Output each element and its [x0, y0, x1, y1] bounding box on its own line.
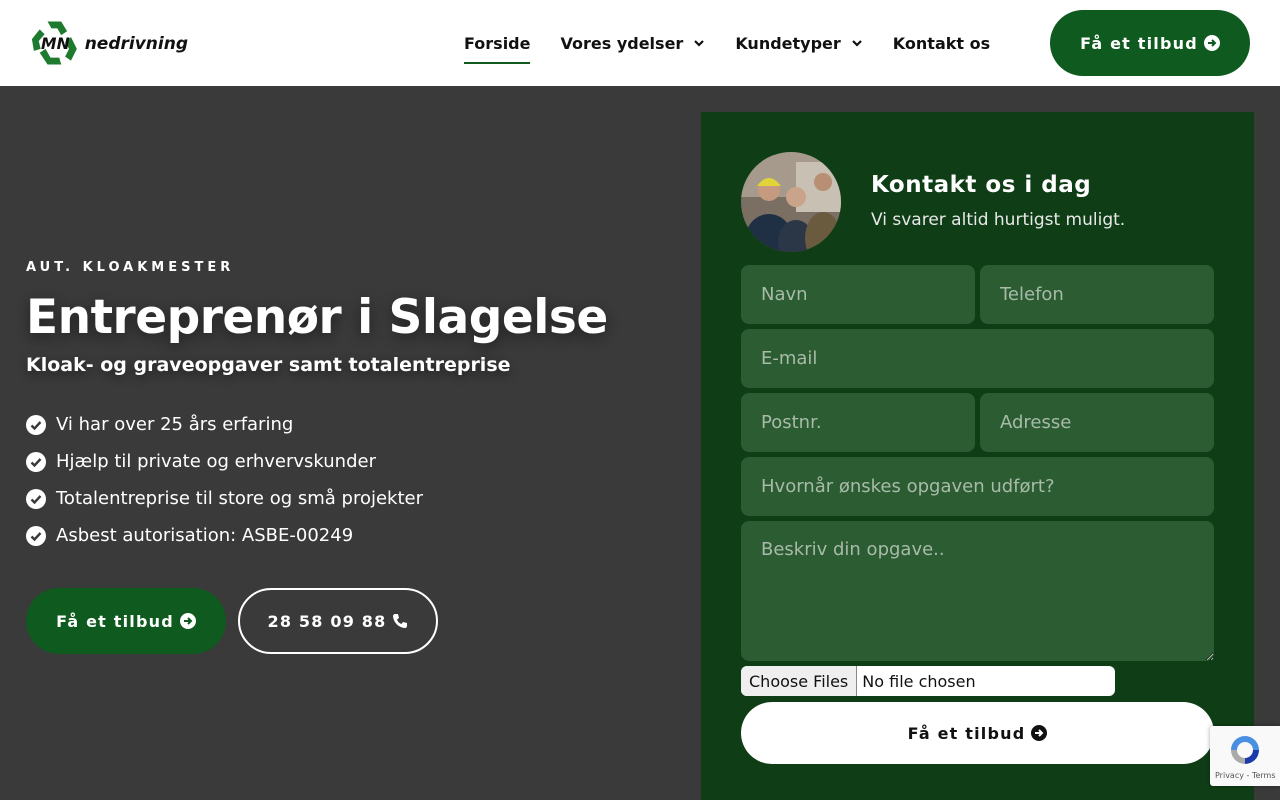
recaptcha-links: Privacy - Terms — [1215, 771, 1276, 780]
address-input[interactable] — [980, 393, 1214, 452]
check-circle-icon — [26, 414, 46, 435]
form-title: Kontakt os i dag — [871, 172, 1092, 198]
email-input[interactable] — [741, 329, 1214, 388]
hero-phone-button[interactable]: 28 58 09 88 — [238, 588, 438, 654]
arrow-circle-right-icon — [1031, 725, 1048, 741]
feature-item: Totalentreprise til store og små projekt… — [26, 480, 423, 517]
phone-icon — [393, 614, 408, 628]
when-input[interactable] — [741, 457, 1214, 516]
feature-text: Asbest autorisation: ASBE-00249 — [56, 525, 354, 546]
feature-text: Vi har over 25 års erfaring — [56, 414, 294, 435]
form-subtitle: Vi svarer altid hurtigst muligt. — [871, 210, 1126, 230]
hero-subtitle: Kloak- og graveopgaver samt totalentrepr… — [26, 354, 511, 376]
description-textarea[interactable] — [741, 521, 1214, 661]
check-circle-icon — [26, 525, 46, 546]
arrow-circle-right-icon — [179, 613, 196, 629]
chevron-down-icon — [694, 40, 705, 47]
button-label: Få et tilbud — [56, 611, 174, 631]
check-circle-icon — [26, 488, 46, 509]
nav-item-forside[interactable]: Forside — [464, 30, 531, 64]
main-nav: Forside Vores ydelser Kundetyper Kontakt… — [464, 30, 1020, 64]
feature-text: Totalentreprise til store og små projekt… — [56, 488, 423, 509]
chevron-down-icon — [852, 40, 862, 47]
feature-text: Hjælp til private og erhvervskunder — [56, 451, 376, 472]
feature-item: Vi har over 25 års erfaring — [26, 406, 423, 443]
zip-input[interactable] — [741, 393, 975, 452]
check-circle-icon — [26, 451, 46, 472]
header-quote-button[interactable]: Få et tilbud — [1050, 10, 1250, 76]
recycle-logo-icon: MN — [31, 21, 77, 65]
team-photo-avatar — [741, 152, 841, 252]
team-photo-image — [741, 152, 841, 252]
hero-quote-button[interactable]: Få et tilbud — [26, 588, 226, 654]
site-header: MN nedrivning Forside Vores ydelser Kund… — [0, 0, 1280, 86]
phone-input[interactable] — [980, 265, 1214, 324]
logo-monogram: MN — [41, 35, 70, 53]
nav-label: Kundetyper — [735, 33, 841, 53]
contact-form-panel: Kontakt os i dag Vi svarer altid hurtigs… — [701, 112, 1254, 800]
button-label: 28 58 09 88 — [267, 611, 387, 631]
button-label: Få et tilbud — [907, 723, 1026, 743]
name-input[interactable] — [741, 265, 975, 324]
nav-label: Vores ydelser — [560, 33, 684, 53]
file-upload: Choose Files No file chosen — [741, 666, 1115, 696]
file-status: No file chosen — [862, 671, 976, 691]
nav-item-vores-ydelser[interactable]: Vores ydelser — [560, 30, 705, 56]
hero-title: Entreprenør i Slagelse — [26, 290, 608, 345]
choose-files-button[interactable]: Choose Files — [741, 666, 858, 696]
nav-item-kundetyper[interactable]: Kundetyper — [735, 30, 862, 56]
logo-text: nedrivning — [84, 34, 188, 54]
feature-item: Hjælp til private og erhvervskunder — [26, 443, 423, 480]
site-logo[interactable]: MN nedrivning — [28, 14, 188, 72]
recaptcha-icon — [1231, 736, 1259, 764]
nav-item-kontakt-os[interactable]: Kontakt os — [893, 30, 990, 56]
feature-item: Asbest autorisation: ASBE-00249 — [26, 517, 423, 554]
feature-list: Vi har over 25 års erfaring Hjælp til pr… — [26, 406, 423, 554]
arrow-circle-right-icon — [1203, 35, 1220, 51]
recaptcha-badge[interactable]: Privacy - Terms — [1210, 726, 1280, 786]
button-label: Få et tilbud — [1080, 33, 1198, 53]
nav-label: Forside — [464, 33, 531, 53]
submit-quote-button[interactable]: Få et tilbud — [741, 702, 1214, 764]
nav-label: Kontakt os — [892, 33, 991, 53]
hero-eyebrow: AUT. KLOAKMESTER — [26, 260, 235, 275]
